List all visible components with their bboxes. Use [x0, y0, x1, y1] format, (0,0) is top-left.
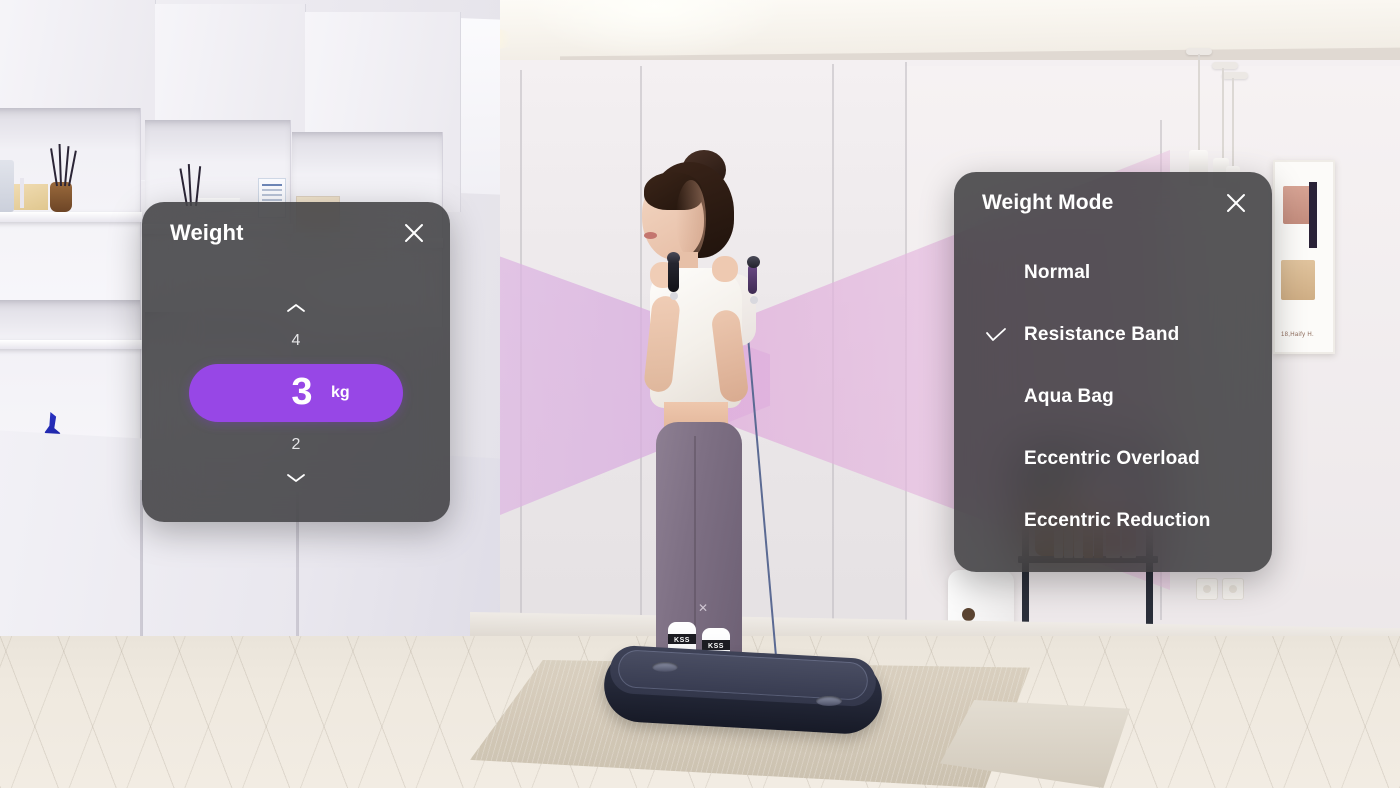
shelf-board	[0, 340, 142, 349]
sock-label: KSS	[674, 637, 690, 644]
mode-option-aqua-bag[interactable]: Aqua Bag	[954, 366, 1272, 428]
mode-option-resistance-band[interactable]: Resistance Band	[954, 304, 1272, 366]
mode-option-label: Resistance Band	[1024, 324, 1180, 345]
cylinder-opening	[962, 608, 975, 621]
screen-root: 18,Haify H. ✕ KSS KSS Weight 4 3 kg 2 We…	[0, 0, 1400, 788]
weight-panel: Weight 4 3 kg 2	[142, 202, 450, 522]
pendant-rod	[1232, 78, 1234, 168]
mode-option-label: Eccentric Overload	[1024, 448, 1200, 469]
ceiling-light-glow	[525, 0, 785, 60]
face-shadow	[676, 180, 706, 258]
weight-panel-header: Weight	[142, 202, 450, 264]
weight-current-value: 3	[291, 371, 313, 413]
person-exercising: ✕ KSS KSS	[620, 150, 840, 686]
weight-unit-label: kg	[331, 384, 350, 401]
close-icon[interactable]	[1216, 183, 1256, 223]
poster-shape	[1309, 182, 1317, 248]
band-handle-right	[748, 264, 757, 294]
shelf-board	[0, 212, 142, 222]
weight-value-above[interactable]: 4	[292, 330, 301, 352]
close-icon[interactable]	[394, 213, 434, 253]
glass-vase	[0, 160, 14, 212]
check-icon	[984, 323, 1008, 347]
mode-option-label: Aqua Bag	[1024, 386, 1114, 407]
mode-option-normal[interactable]: Normal	[954, 242, 1272, 304]
right-fist	[712, 256, 738, 282]
poster-caption: 18,Haify H.	[1281, 332, 1314, 338]
pendant-rod	[1198, 54, 1200, 154]
mode-option-eccentric-overload[interactable]: Eccentric Overload	[954, 428, 1272, 490]
exercise-platform	[602, 644, 884, 736]
weight-value-below[interactable]: 2	[292, 434, 301, 456]
platform-cable-port	[816, 696, 842, 706]
pendant-canopy	[1212, 62, 1238, 69]
weight-panel-title: Weight	[170, 220, 244, 245]
band-clip	[750, 296, 758, 304]
mode-option-label: Normal	[1024, 262, 1091, 283]
reed-diffuser	[50, 182, 72, 212]
mode-option-label: Eccentric Reduction	[1024, 510, 1211, 531]
poster-shape	[1281, 260, 1315, 300]
weight-current-value-pill[interactable]: 3 kg	[189, 364, 403, 422]
pendant-rod	[1222, 68, 1224, 164]
wall-poster: 18,Haify H.	[1273, 160, 1335, 354]
band-handle-cap	[747, 256, 760, 268]
mode-option-eccentric-reduction[interactable]: Eccentric Reduction	[954, 490, 1272, 552]
chevron-down-icon[interactable]	[281, 470, 311, 486]
mode-options-list: Normal Resistance Band Aqua Bag Eccentri…	[954, 242, 1272, 572]
mode-panel-header: Weight Mode	[954, 172, 1272, 234]
platform-cable-port	[652, 662, 678, 672]
weight-mode-panel: Weight Mode Normal Resistance Band Aqua …	[954, 172, 1272, 572]
band-clip	[670, 292, 678, 300]
wall-outlet	[1196, 578, 1218, 600]
mode-panel-title: Weight Mode	[982, 191, 1114, 214]
lips	[644, 232, 657, 239]
wall-outlet	[1222, 578, 1244, 600]
band-handle-cap	[667, 252, 680, 264]
pendant-canopy	[1222, 72, 1248, 79]
weight-stepper: 4 3 kg 2	[142, 264, 450, 522]
shelf-object	[20, 178, 24, 208]
legging-logo-icon: ✕	[698, 601, 709, 615]
chevron-up-icon[interactable]	[281, 300, 311, 316]
